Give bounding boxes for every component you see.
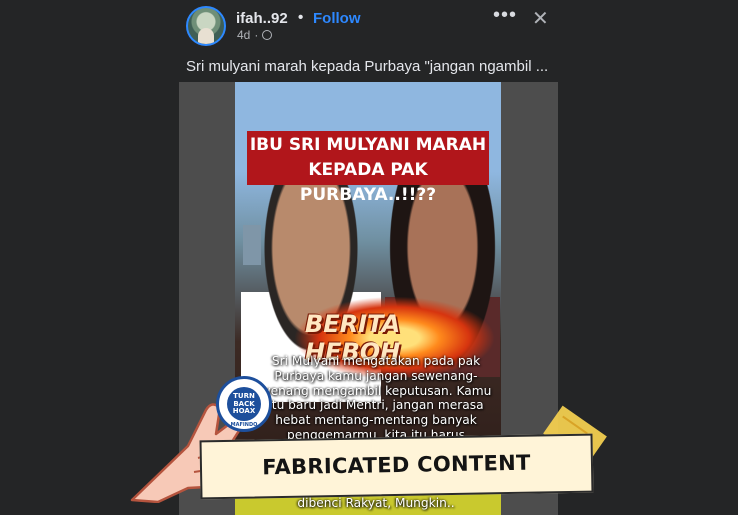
headline-line-1: IBU SRI MULYANI MARAH [249, 135, 487, 155]
meta-dot: · [254, 28, 259, 42]
more-options-icon[interactable]: ••• [493, 4, 517, 27]
close-icon[interactable]: ✕ [532, 6, 549, 31]
globe-icon [262, 30, 273, 40]
post-meta: 4d · [237, 28, 273, 42]
seal-text: TURN BACK HOAX [228, 392, 260, 416]
turn-back-hoax-seal: TURN BACK HOAX MAFINDO [216, 376, 272, 432]
follow-button[interactable]: Follow [313, 10, 361, 27]
post-author-name[interactable]: ifah..92 [236, 10, 288, 27]
post-time[interactable]: 4d [237, 28, 250, 42]
fact-check-label-text: FABRICATED CONTENT [262, 450, 531, 480]
headline-banner: IBU SRI MULYANI MARAH KEPADA PAK PURBAYA… [247, 131, 489, 205]
seal-text-hoax: HOAX [232, 407, 256, 415]
seal-org-text: MAFINDO [230, 422, 258, 428]
headline-line-2: KEPADA PAK PURBAYA..!!?? [299, 160, 437, 205]
news-bottom-text: dibenci Rakyat, Mungkin.. [297, 496, 455, 510]
post-avatar[interactable] [186, 6, 226, 46]
separator-dot: • [298, 9, 304, 26]
post-caption[interactable]: Sri mulyani marah kepada Purbaya "jangan… [186, 58, 548, 75]
fact-check-label: FABRICATED CONTENT [199, 433, 594, 500]
